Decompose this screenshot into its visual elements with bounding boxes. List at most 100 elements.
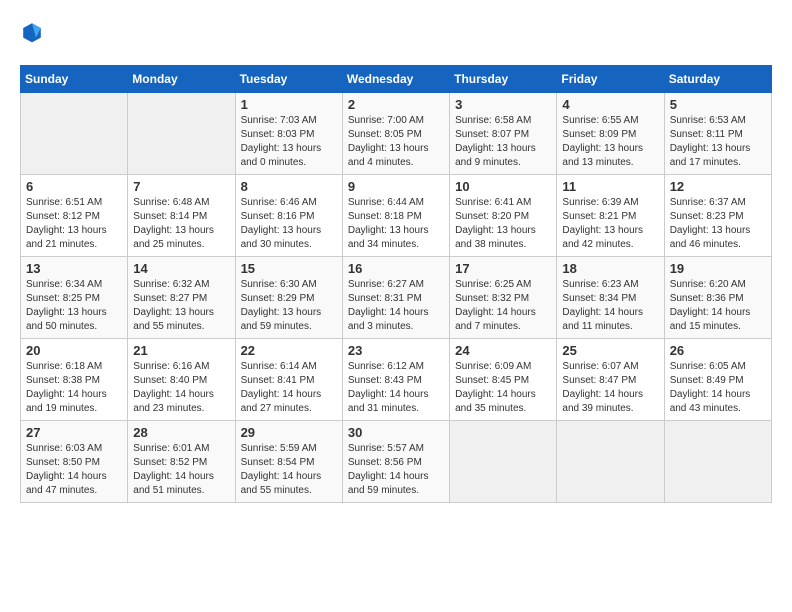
day-number: 23 — [348, 343, 444, 358]
day-info: Sunrise: 6:32 AM Sunset: 8:27 PM Dayligh… — [133, 278, 229, 334]
day-info: Sunrise: 6:18 AM Sunset: 8:38 PM Dayligh… — [26, 360, 122, 416]
day-number: 13 — [26, 261, 122, 276]
calendar-cell: 22 Sunrise: 6:14 AM Sunset: 8:41 PM Dayli… — [235, 339, 342, 421]
calendar-week-4: 27 Sunrise: 6:03 AM Sunset: 8:50 PM Dayli… — [21, 421, 772, 503]
day-info: Sunrise: 6:25 AM Sunset: 8:32 PM Dayligh… — [455, 278, 551, 334]
day-info: Sunrise: 6:55 AM Sunset: 8:09 PM Dayligh… — [562, 114, 658, 170]
calendar-cell: 23 Sunrise: 6:12 AM Sunset: 8:43 PM Dayli… — [342, 339, 449, 421]
calendar-cell: 21 Sunrise: 6:16 AM Sunset: 8:40 PM Dayli… — [128, 339, 235, 421]
day-number: 14 — [133, 261, 229, 276]
day-info: Sunrise: 5:57 AM Sunset: 8:56 PM Dayligh… — [348, 442, 444, 498]
day-info: Sunrise: 6:39 AM Sunset: 8:21 PM Dayligh… — [562, 196, 658, 252]
day-number: 26 — [670, 343, 766, 358]
header-cell-sunday: Sunday — [21, 66, 128, 93]
calendar-cell: 10Sunrise: 6:41 AM Sunset: 8:20 PM Dayli… — [450, 175, 557, 257]
logo-icon — [20, 20, 44, 44]
header-cell-saturday: Saturday — [664, 66, 771, 93]
day-info: Sunrise: 6:20 AM Sunset: 8:36 PM Dayligh… — [670, 278, 766, 334]
day-number: 28 — [133, 425, 229, 440]
calendar-cell: 17 Sunrise: 6:25 AM Sunset: 8:32 PM Dayli… — [450, 257, 557, 339]
day-number: 16 — [348, 261, 444, 276]
calendar-week-2: 13 Sunrise: 6:34 AM Sunset: 8:25 PM Dayli… — [21, 257, 772, 339]
calendar-week-3: 20 Sunrise: 6:18 AM Sunset: 8:38 PM Dayli… — [21, 339, 772, 421]
day-info: Sunrise: 6:37 AM Sunset: 8:23 PM Dayligh… — [670, 196, 766, 252]
day-info: Sunrise: 6:03 AM Sunset: 8:50 PM Dayligh… — [26, 442, 122, 498]
calendar-cell — [128, 93, 235, 175]
calendar-table: SundayMondayTuesdayWednesdayThursdayFrid… — [20, 65, 772, 503]
day-number: 7 — [133, 179, 229, 194]
day-number: 11 — [562, 179, 658, 194]
calendar-cell: 13 Sunrise: 6:34 AM Sunset: 8:25 PM Dayli… — [21, 257, 128, 339]
day-number: 4 — [562, 97, 658, 112]
day-info: Sunrise: 6:46 AM Sunset: 8:16 PM Dayligh… — [241, 196, 337, 252]
header — [20, 20, 772, 49]
day-number: 1 — [241, 97, 337, 112]
calendar-cell: 28 Sunrise: 6:01 AM Sunset: 8:52 PM Dayli… — [128, 421, 235, 503]
header-row: SundayMondayTuesdayWednesdayThursdayFrid… — [21, 66, 772, 93]
calendar-cell: 27 Sunrise: 6:03 AM Sunset: 8:50 PM Dayli… — [21, 421, 128, 503]
day-info: Sunrise: 6:01 AM Sunset: 8:52 PM Dayligh… — [133, 442, 229, 498]
day-info: Sunrise: 6:07 AM Sunset: 8:47 PM Dayligh… — [562, 360, 658, 416]
calendar-cell: 6 Sunrise: 6:51 AM Sunset: 8:12 PM Daylig… — [21, 175, 128, 257]
day-number: 18 — [562, 261, 658, 276]
logo — [20, 20, 48, 49]
day-number: 3 — [455, 97, 551, 112]
calendar-cell — [21, 93, 128, 175]
header-cell-thursday: Thursday — [450, 66, 557, 93]
day-info: Sunrise: 6:05 AM Sunset: 8:49 PM Dayligh… — [670, 360, 766, 416]
day-info: Sunrise: 6:09 AM Sunset: 8:45 PM Dayligh… — [455, 360, 551, 416]
day-info: Sunrise: 6:34 AM Sunset: 8:25 PM Dayligh… — [26, 278, 122, 334]
day-number: 22 — [241, 343, 337, 358]
header-cell-monday: Monday — [128, 66, 235, 93]
day-info: Sunrise: 5:59 AM Sunset: 8:54 PM Dayligh… — [241, 442, 337, 498]
calendar-cell: 15 Sunrise: 6:30 AM Sunset: 8:29 PM Dayli… — [235, 257, 342, 339]
day-info: Sunrise: 6:16 AM Sunset: 8:40 PM Dayligh… — [133, 360, 229, 416]
calendar-week-0: 1 Sunrise: 7:03 AM Sunset: 8:03 PM Daylig… — [21, 93, 772, 175]
calendar-cell: 8 Sunrise: 6:46 AM Sunset: 8:16 PM Daylig… — [235, 175, 342, 257]
calendar-cell: 30 Sunrise: 5:57 AM Sunset: 8:56 PM Dayli… — [342, 421, 449, 503]
day-number: 24 — [455, 343, 551, 358]
calendar-cell: 14 Sunrise: 6:32 AM Sunset: 8:27 PM Dayli… — [128, 257, 235, 339]
day-number: 20 — [26, 343, 122, 358]
calendar-cell: 2Sunrise: 7:00 AM Sunset: 8:05 PM Daylig… — [342, 93, 449, 175]
day-info: Sunrise: 6:51 AM Sunset: 8:12 PM Dayligh… — [26, 196, 122, 252]
day-info: Sunrise: 6:48 AM Sunset: 8:14 PM Dayligh… — [133, 196, 229, 252]
calendar-cell: 4 Sunrise: 6:55 AM Sunset: 8:09 PM Daylig… — [557, 93, 664, 175]
calendar-cell — [557, 421, 664, 503]
day-number: 27 — [26, 425, 122, 440]
calendar-cell: 24 Sunrise: 6:09 AM Sunset: 8:45 PM Dayli… — [450, 339, 557, 421]
day-info: Sunrise: 6:14 AM Sunset: 8:41 PM Dayligh… — [241, 360, 337, 416]
day-info: Sunrise: 7:00 AM Sunset: 8:05 PM Dayligh… — [348, 114, 444, 170]
calendar-cell: 29 Sunrise: 5:59 AM Sunset: 8:54 PM Dayli… — [235, 421, 342, 503]
day-number: 30 — [348, 425, 444, 440]
header-cell-wednesday: Wednesday — [342, 66, 449, 93]
day-info: Sunrise: 6:27 AM Sunset: 8:31 PM Dayligh… — [348, 278, 444, 334]
day-number: 19 — [670, 261, 766, 276]
day-number: 6 — [26, 179, 122, 194]
day-info: Sunrise: 6:23 AM Sunset: 8:34 PM Dayligh… — [562, 278, 658, 334]
calendar-cell: 1 Sunrise: 7:03 AM Sunset: 8:03 PM Daylig… — [235, 93, 342, 175]
calendar-cell: 19 Sunrise: 6:20 AM Sunset: 8:36 PM Dayli… — [664, 257, 771, 339]
day-number: 9 — [348, 179, 444, 194]
calendar-cell: 18 Sunrise: 6:23 AM Sunset: 8:34 PM Dayli… — [557, 257, 664, 339]
day-number: 15 — [241, 261, 337, 276]
calendar-cell — [664, 421, 771, 503]
day-number: 21 — [133, 343, 229, 358]
day-number: 12 — [670, 179, 766, 194]
day-info: Sunrise: 7:03 AM Sunset: 8:03 PM Dayligh… — [241, 114, 337, 170]
header-cell-friday: Friday — [557, 66, 664, 93]
calendar-cell: 12 Sunrise: 6:37 AM Sunset: 8:23 PM Dayli… — [664, 175, 771, 257]
day-info: Sunrise: 6:41 AM Sunset: 8:20 PM Dayligh… — [455, 196, 551, 252]
day-number: 17 — [455, 261, 551, 276]
calendar-cell — [450, 421, 557, 503]
day-info: Sunrise: 6:44 AM Sunset: 8:18 PM Dayligh… — [348, 196, 444, 252]
calendar-cell: 20 Sunrise: 6:18 AM Sunset: 8:38 PM Dayli… — [21, 339, 128, 421]
day-number: 29 — [241, 425, 337, 440]
calendar-cell: 9 Sunrise: 6:44 AM Sunset: 8:18 PM Daylig… — [342, 175, 449, 257]
day-number: 8 — [241, 179, 337, 194]
day-info: Sunrise: 6:30 AM Sunset: 8:29 PM Dayligh… — [241, 278, 337, 334]
day-number: 25 — [562, 343, 658, 358]
day-info: Sunrise: 6:58 AM Sunset: 8:07 PM Dayligh… — [455, 114, 551, 170]
day-info: Sunrise: 6:12 AM Sunset: 8:43 PM Dayligh… — [348, 360, 444, 416]
calendar-cell: 3 Sunrise: 6:58 AM Sunset: 8:07 PM Daylig… — [450, 93, 557, 175]
